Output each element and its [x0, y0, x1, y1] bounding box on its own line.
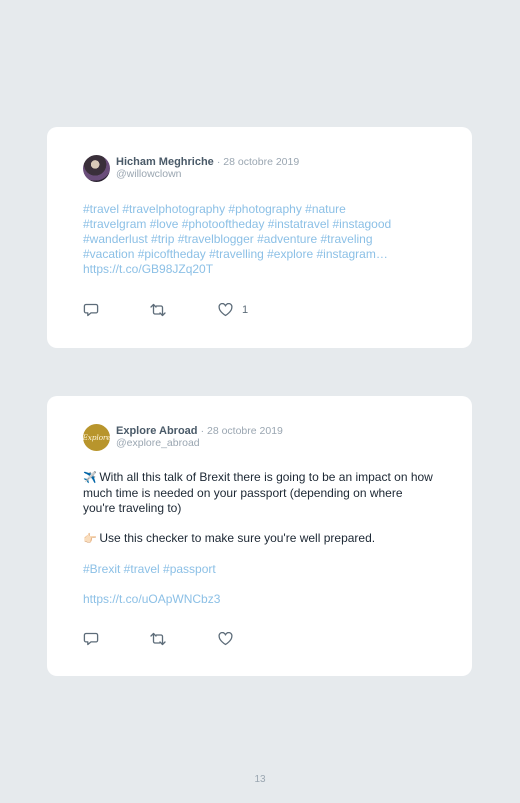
hashtag-line[interactable]: #travel #travelphotography #photography …	[83, 202, 433, 217]
tweet-date[interactable]: · 28 octobre 2019	[201, 425, 283, 437]
heart-icon	[218, 303, 233, 317]
reply-icon	[83, 303, 99, 317]
tweet-paragraph: 👉🏻 Use this checker to make sure you're …	[83, 531, 433, 547]
retweet-button[interactable]	[149, 303, 167, 317]
author-handle[interactable]: @explore_abroad	[116, 437, 283, 450]
avatar[interactable]	[83, 155, 110, 182]
reply-button[interactable]	[83, 632, 99, 646]
tweet-link[interactable]: https://t.co/GB98JZq20T	[83, 262, 433, 277]
tweet-actions: 1	[83, 303, 283, 319]
tweet-text-2: Use this checker to make sure you're wel…	[99, 531, 376, 545]
heart-icon	[218, 632, 233, 646]
reply-button[interactable]	[83, 303, 99, 317]
tweet-header: Explore Abroad · 28 octobre 2019 @explor…	[116, 425, 283, 450]
airplane-icon: ✈️	[83, 472, 97, 484]
page-number: 13	[254, 774, 266, 785]
tweet-date[interactable]: · 28 octobre 2019	[217, 156, 299, 168]
retweet-button[interactable]	[149, 632, 167, 646]
pointing-hand-icon: 👉🏻	[83, 533, 97, 545]
tweet-paragraph: ✈️ With all this talk of Brexit there is…	[83, 470, 433, 516]
avatar[interactable]: Explore	[83, 424, 110, 451]
retweet-icon	[150, 303, 166, 317]
like-button[interactable]: 1	[218, 303, 248, 317]
tweet-text-1: With all this talk of Brexit there is go…	[83, 470, 433, 515]
retweet-icon	[150, 632, 166, 646]
author-name[interactable]: Hicham Meghriche	[116, 156, 214, 168]
avatar-logo-text: Explore	[83, 433, 110, 442]
hashtags[interactable]: #Brexit #travel #passport	[83, 562, 433, 577]
tweet-card: Hicham Meghriche · 28 octobre 2019 @will…	[47, 127, 472, 348]
like-count: 1	[242, 304, 249, 316]
tweet-link[interactable]: https://t.co/uOApWNCbz3	[83, 592, 433, 607]
tweet-card: Explore Explore Abroad · 28 octobre 2019…	[47, 396, 472, 676]
hashtag-line[interactable]: #travelgram #love #photooftheday #instat…	[83, 217, 433, 232]
tweet-header: Hicham Meghriche · 28 octobre 2019 @will…	[116, 156, 299, 181]
hashtag-line[interactable]: #vacation #picoftheday #travelling #expl…	[83, 247, 433, 262]
reply-icon	[83, 632, 99, 646]
tweet-text: #travel #travelphotography #photography …	[83, 202, 433, 277]
author-name[interactable]: Explore Abroad	[116, 425, 198, 437]
tweet-actions	[83, 632, 283, 648]
tweet-text: ✈️ With all this talk of Brexit there is…	[83, 470, 433, 607]
hashtag-line[interactable]: #wanderlust #trip #travelblogger #advent…	[83, 232, 433, 247]
like-button[interactable]	[218, 632, 233, 646]
author-handle[interactable]: @willowclown	[116, 168, 299, 181]
